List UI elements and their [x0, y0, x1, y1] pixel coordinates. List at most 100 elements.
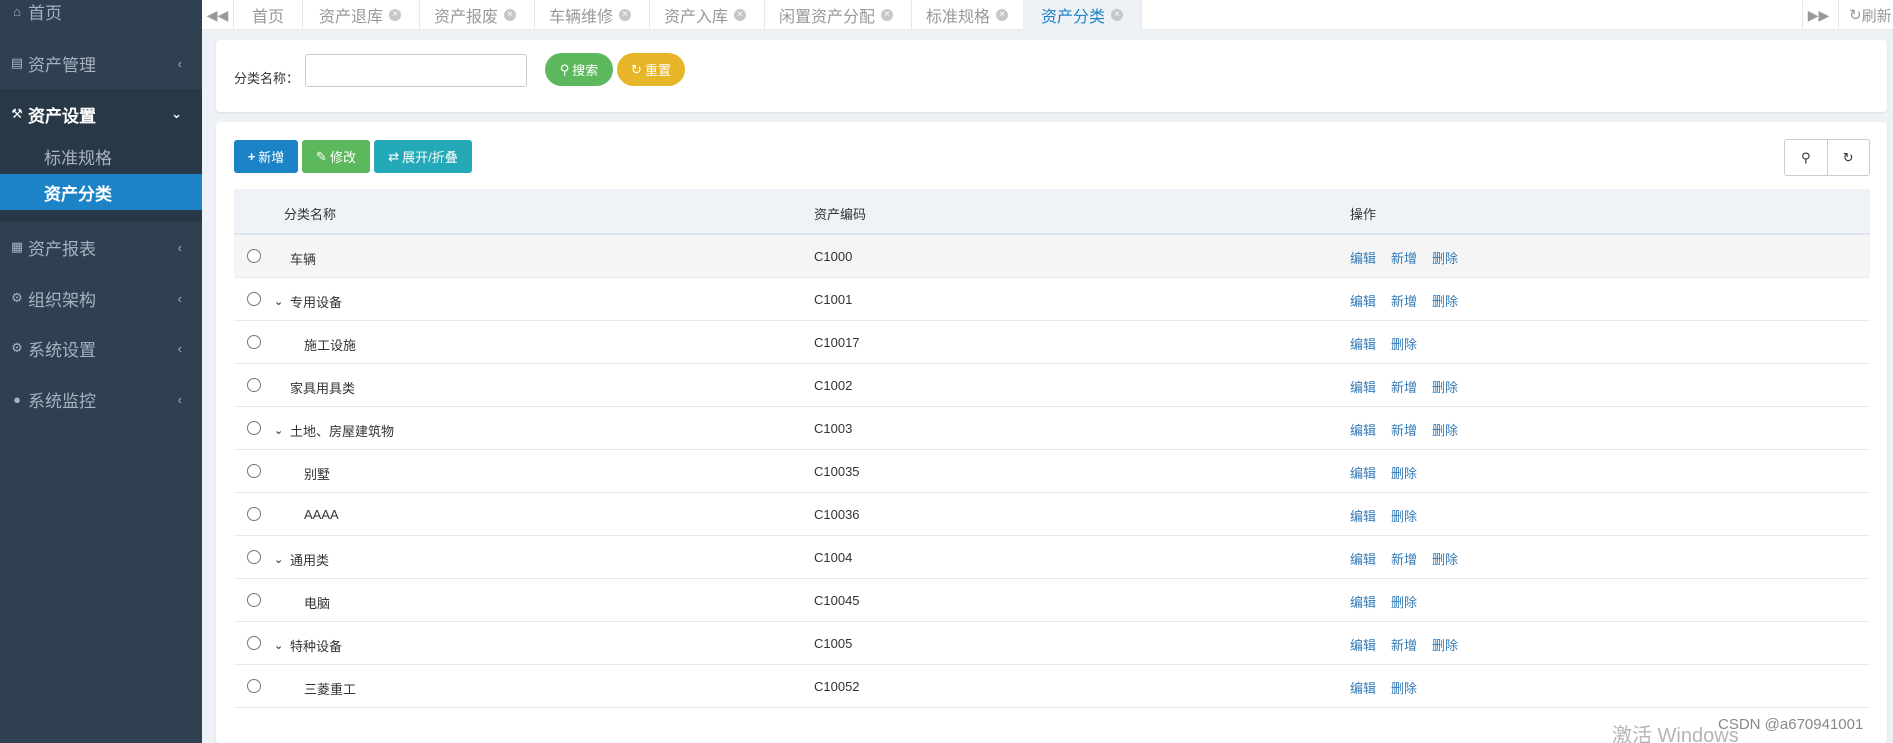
close-icon[interactable]: × — [881, 9, 894, 21]
category-name-text: 施工设施 — [304, 338, 357, 353]
delete-link[interactable]: 删除 — [1391, 463, 1417, 482]
sidebar-subitem-standard[interactable]: 标准规格 — [0, 138, 202, 174]
refresh-tab-button[interactable]: ↻ 刷新 — [1838, 0, 1893, 30]
table-row[interactable]: ⌄ 专用设备 C1001 编辑 新增 删除 — [234, 278, 1870, 321]
table-row[interactable]: 施工设施 C10017 编辑 删除 — [234, 321, 1870, 364]
search-toggle-button[interactable]: ⚲ — [1785, 140, 1827, 175]
delete-link[interactable]: 删除 — [1432, 420, 1458, 439]
close-icon[interactable]: × — [734, 9, 747, 21]
tab-home[interactable]: 首页 — [234, 0, 304, 30]
chevron-down-icon[interactable]: ⌄ — [274, 424, 286, 437]
edit-link[interactable]: 编辑 — [1350, 463, 1376, 482]
category-name-input[interactable] — [305, 54, 527, 87]
edit-link[interactable]: 编辑 — [1350, 377, 1376, 396]
close-icon[interactable]: × — [1111, 9, 1124, 21]
edit-link[interactable]: 编辑 — [1350, 592, 1376, 611]
category-name-text: 车辆 — [290, 252, 317, 267]
plus-icon: + — [247, 149, 256, 164]
row-radio[interactable] — [247, 507, 261, 521]
table-row[interactable]: 三菱重工 C10052 编辑 删除 — [234, 665, 1870, 708]
add-child-link[interactable]: 新增 — [1391, 291, 1417, 310]
tab-vehicle-repair[interactable]: 车辆维修 × — [531, 0, 651, 30]
tab-asset-return[interactable]: 资产退库 × — [301, 0, 421, 30]
close-icon[interactable]: × — [389, 9, 402, 21]
edit-link[interactable]: 编辑 — [1350, 420, 1376, 439]
row-radio[interactable] — [247, 679, 261, 693]
refresh-icon: ↻ — [1849, 7, 1862, 24]
delete-link[interactable]: 删除 — [1432, 635, 1458, 654]
delete-link[interactable]: 删除 — [1391, 506, 1417, 525]
edit-link[interactable]: 编辑 — [1350, 248, 1376, 267]
row-radio[interactable] — [247, 335, 261, 349]
delete-link[interactable]: 删除 — [1432, 248, 1458, 267]
tabs-scroll-right-icon[interactable]: ▶▶ — [1802, 0, 1834, 30]
edit-link[interactable]: 编辑 — [1350, 334, 1376, 353]
row-radio[interactable] — [247, 464, 261, 478]
add-child-link[interactable]: 新增 — [1391, 377, 1417, 396]
expand-collapse-button[interactable]: ⇄ 展开/折叠 — [374, 140, 472, 173]
table-row[interactable]: ⌄ 土地、房屋建筑物 C1003 编辑 新增 删除 — [234, 407, 1870, 450]
tab-asset-scrap[interactable]: 资产报废 × — [416, 0, 536, 30]
delete-link[interactable]: 删除 — [1432, 377, 1458, 396]
delete-link[interactable]: 删除 — [1391, 678, 1417, 697]
tab-asset-in[interactable]: 资产入库 × — [646, 0, 766, 30]
chevron-down-icon[interactable]: ⌄ — [274, 553, 286, 566]
row-radio[interactable] — [247, 292, 261, 306]
table-row[interactable]: 车辆 C1000 编辑 新增 删除 — [234, 235, 1870, 278]
edit-link[interactable]: 编辑 — [1350, 506, 1376, 525]
add-child-link[interactable]: 新增 — [1391, 248, 1417, 267]
tab-idle-asset-allocation[interactable]: 闲置资产分配 × — [761, 0, 913, 30]
table-row[interactable]: ⌄ 通用类 C1004 编辑 新增 删除 — [234, 536, 1870, 579]
reset-button[interactable]: ↻ 重置 — [617, 53, 685, 86]
add-child-link[interactable]: 新增 — [1391, 635, 1417, 654]
add-child-link[interactable]: 新增 — [1391, 420, 1417, 439]
sidebar-item-asset-management[interactable]: ▤ 资产管理 ‹ — [0, 38, 202, 88]
table-row[interactable]: 家具用具类 C1002 编辑 新增 删除 — [234, 364, 1870, 407]
delete-link[interactable]: 删除 — [1391, 592, 1417, 611]
sidebar-item-asset-settings[interactable]: ⚒ 资产设置 ⌄ — [0, 89, 202, 139]
cell-asset-code: C1000 — [814, 249, 853, 264]
sidebar-subitem-label: 标准规格 — [44, 148, 112, 168]
tab-category[interactable]: 资产分类 × — [1023, 0, 1143, 30]
delete-link[interactable]: 删除 — [1432, 291, 1458, 310]
delete-link[interactable]: 删除 — [1391, 334, 1417, 353]
chevron-down-icon[interactable]: ⌄ — [274, 295, 286, 308]
sidebar-item-sys-settings[interactable]: ⚙ 系统设置 ‹ — [0, 323, 202, 373]
chevron-down-icon[interactable]: ⌄ — [274, 639, 286, 652]
table-row[interactable]: AAAA C10036 编辑 删除 — [234, 493, 1870, 536]
row-radio[interactable] — [247, 636, 261, 650]
sidebar-item-home[interactable]: ⌂ 首页 — [0, 0, 202, 36]
refresh-button[interactable]: ↻ — [1826, 140, 1870, 175]
edit-link[interactable]: 编辑 — [1350, 549, 1376, 568]
cell-category-name: 别墅 — [304, 464, 330, 483]
close-icon[interactable]: × — [619, 9, 632, 21]
row-radio[interactable] — [247, 378, 261, 392]
chevron-left-icon: ‹ — [177, 340, 182, 356]
cell-asset-code: C10017 — [814, 335, 860, 350]
sidebar-item-sys-monitor[interactable]: ● 系统监控 ‹ — [0, 374, 202, 424]
table-row[interactable]: 别墅 C10035 编辑 删除 — [234, 450, 1870, 493]
tab-standard[interactable]: 标准规格 × — [908, 0, 1028, 30]
add-button[interactable]: + 新增 — [234, 140, 298, 173]
sidebar-item-org[interactable]: ⚙ 组织架构 ‹ — [0, 273, 202, 323]
tabs-scroll-left-icon[interactable]: ◀◀ — [202, 0, 234, 30]
sidebar-subitem-category[interactable]: 资产分类 — [0, 174, 202, 210]
row-radio[interactable] — [247, 421, 261, 435]
row-radio[interactable] — [247, 593, 261, 607]
search-button[interactable]: ⚲ 搜索 — [545, 53, 613, 86]
gear-icon: ⚙ — [11, 340, 23, 355]
cell-asset-code: C1004 — [814, 550, 853, 565]
add-child-link[interactable]: 新增 — [1391, 549, 1417, 568]
row-radio[interactable] — [247, 550, 261, 564]
edit-link[interactable]: 编辑 — [1350, 291, 1376, 310]
table-row[interactable]: ⌄ 特种设备 C1005 编辑 新增 删除 — [234, 622, 1870, 665]
delete-link[interactable]: 删除 — [1432, 549, 1458, 568]
close-icon[interactable]: × — [504, 9, 517, 21]
close-icon[interactable]: × — [996, 9, 1009, 21]
row-radio[interactable] — [247, 249, 261, 263]
edit-link[interactable]: 编辑 — [1350, 635, 1376, 654]
edit-button[interactable]: ✎ 修改 — [302, 140, 370, 173]
table-row[interactable]: 电脑 C10045 编辑 删除 — [234, 579, 1870, 622]
sidebar-item-asset-reports[interactable]: ▦ 资产报表 ‹ — [0, 222, 202, 272]
edit-link[interactable]: 编辑 — [1350, 678, 1376, 697]
